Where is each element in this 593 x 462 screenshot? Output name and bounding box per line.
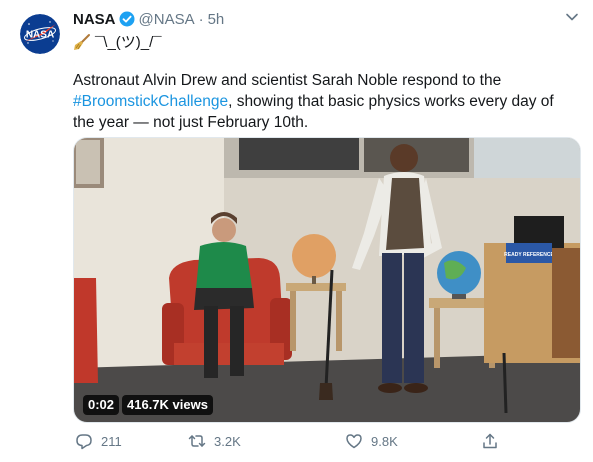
tweet-actions: 211 3.2K 9.8K: [73, 432, 513, 456]
video-player[interactable]: READY REFERENCE 0:02 416.7K views: [73, 137, 581, 423]
emoji-line: ¯\_(ツ)_/¯: [73, 31, 162, 52]
retweet-count: 3.2K: [214, 433, 241, 449]
reply-count: 211: [101, 433, 122, 449]
chevron-down-icon[interactable]: [565, 10, 579, 24]
broom-icon: [74, 33, 90, 50]
svg-text:NASA: NASA: [26, 30, 54, 41]
retweet-icon: [188, 435, 206, 447]
hashtag-link[interactable]: #BroomstickChallenge: [73, 93, 228, 110]
video-views-badge: 416.7K views: [122, 395, 213, 415]
retweet-button[interactable]: 3.2K: [188, 432, 241, 450]
display-name[interactable]: NASA: [73, 11, 116, 28]
like-icon: [346, 434, 362, 449]
reply-icon: [76, 434, 92, 450]
tweet-text-before: Astronaut Alvin Drew and scientist Sarah…: [73, 72, 502, 89]
nasa-logo-icon: NASA: [20, 14, 60, 54]
video-duration-badge: 0:02: [83, 395, 120, 415]
video-thumbnail: READY REFERENCE: [74, 138, 580, 422]
avatar[interactable]: NASA: [20, 14, 60, 54]
tweet-text: Astronaut Alvin Drew and scientist Sarah…: [73, 70, 573, 133]
tweet-header: NASA @NASA · 5h: [73, 8, 581, 30]
shrug-text: ¯\_(ツ)_/¯: [95, 34, 162, 51]
share-button[interactable]: [481, 432, 499, 450]
timestamp[interactable]: 5h: [208, 11, 225, 28]
verified-badge-icon: [119, 11, 135, 27]
reply-button[interactable]: 211: [75, 432, 122, 450]
like-button[interactable]: 9.8K: [345, 432, 398, 450]
share-icon: [483, 433, 497, 449]
svg-text:READY REFERENCE: READY REFERENCE: [504, 252, 554, 258]
handle[interactable]: @NASA: [139, 11, 195, 28]
like-count: 9.8K: [371, 433, 398, 449]
separator-dot: ·: [198, 10, 204, 28]
